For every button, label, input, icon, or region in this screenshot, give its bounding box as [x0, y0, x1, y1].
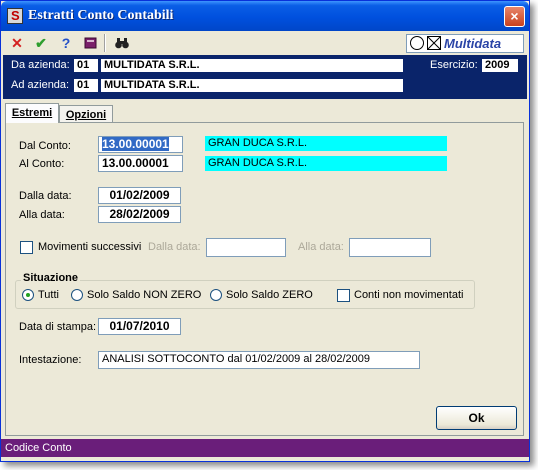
from-company-code[interactable]: 01 [74, 59, 98, 72]
to-date-label: Alla data: [19, 209, 65, 221]
to-company-label: Ad azienda: [11, 79, 70, 91]
situation-title: Situazione [21, 272, 81, 284]
radio-saldo-zero-label: Solo Saldo ZERO [226, 289, 313, 301]
later-from-date-input[interactable] [206, 238, 286, 257]
fiscal-year-field[interactable]: 2009 [482, 59, 518, 72]
close-button[interactable]: × [504, 6, 525, 27]
app-icon [7, 8, 23, 24]
to-company-name: MULTIDATA S.R.L. [101, 79, 403, 92]
fiscal-year-label: Esercizio: [430, 59, 478, 71]
check-icon[interactable]: ✔ [33, 35, 49, 51]
to-date-input[interactable]: 28/02/2009 [98, 206, 181, 223]
later-movements-checkbox[interactable] [20, 241, 33, 254]
to-company-code[interactable]: 01 [74, 79, 98, 92]
from-company-name: MULTIDATA S.R.L. [101, 59, 403, 72]
ok-button[interactable]: Ok [436, 406, 517, 430]
logo-circle-icon [410, 36, 424, 50]
brand-logo: Multidata [406, 34, 524, 53]
tab-opzioni[interactable]: Opzioni [59, 105, 113, 123]
to-account-name: GRAN DUCA S.R.L. [205, 156, 447, 171]
radio-saldo-non-zero-label: Solo Saldo NON ZERO [87, 289, 202, 301]
later-to-date-input[interactable] [349, 238, 431, 257]
radio-saldo-zero[interactable] [210, 289, 222, 301]
dialog-window: Estratti Conto Contabili × ✕ ✔ ? Multida… [0, 0, 530, 462]
tab-estremi[interactable]: Estremi [5, 103, 59, 123]
to-account-input[interactable]: 13.00.00001 [98, 155, 183, 172]
unmoved-accounts-checkbox[interactable] [337, 289, 350, 302]
print-date-input[interactable]: 01/07/2010 [98, 318, 181, 335]
close-x-icon[interactable]: ✕ [9, 35, 25, 51]
later-from-date-label: Dalla data: [148, 241, 201, 253]
from-account-label: Dal Conto: [19, 140, 71, 152]
print-date-label: Data di stampa: [19, 321, 97, 333]
later-to-date-label: Alla data: [298, 241, 344, 253]
from-company-label: Da azienda: [11, 59, 70, 71]
heading-input[interactable]: ANALISI SOTTOCONTO dal 01/02/2009 al 28/… [98, 351, 420, 369]
book-icon[interactable] [83, 35, 99, 51]
toolbar-separator [104, 34, 106, 52]
from-date-input[interactable]: 01/02/2009 [98, 187, 181, 204]
radio-saldo-non-zero[interactable] [71, 289, 83, 301]
company-header: Da azienda: 01 MULTIDATA S.R.L. Ad azien… [3, 55, 527, 99]
from-account-input[interactable]: 13.00.00001 [98, 136, 183, 153]
help-icon[interactable]: ? [58, 35, 74, 51]
unmoved-accounts-label: Conti non movimentati [354, 289, 464, 301]
later-movements-label: Movimenti successivi [38, 241, 142, 253]
toolbar: ✕ ✔ ? Multidata [1, 31, 529, 55]
radio-tutti[interactable] [22, 289, 34, 301]
from-account-name: GRAN DUCA S.R.L. [205, 136, 447, 151]
binoculars-icon[interactable] [114, 35, 130, 51]
window-title: Estratti Conto Contabili [28, 8, 174, 23]
logo-text: Multidata [444, 36, 502, 51]
logo-crossed-square-icon [427, 36, 441, 50]
heading-label: Intestazione: [19, 354, 82, 366]
title-bar[interactable]: Estratti Conto Contabili × [1, 1, 529, 31]
radio-tutti-label: Tutti [38, 289, 59, 301]
status-bar: Codice Conto [1, 439, 529, 457]
from-date-label: Dalla data: [19, 190, 72, 202]
to-account-label: Al Conto: [19, 158, 65, 170]
